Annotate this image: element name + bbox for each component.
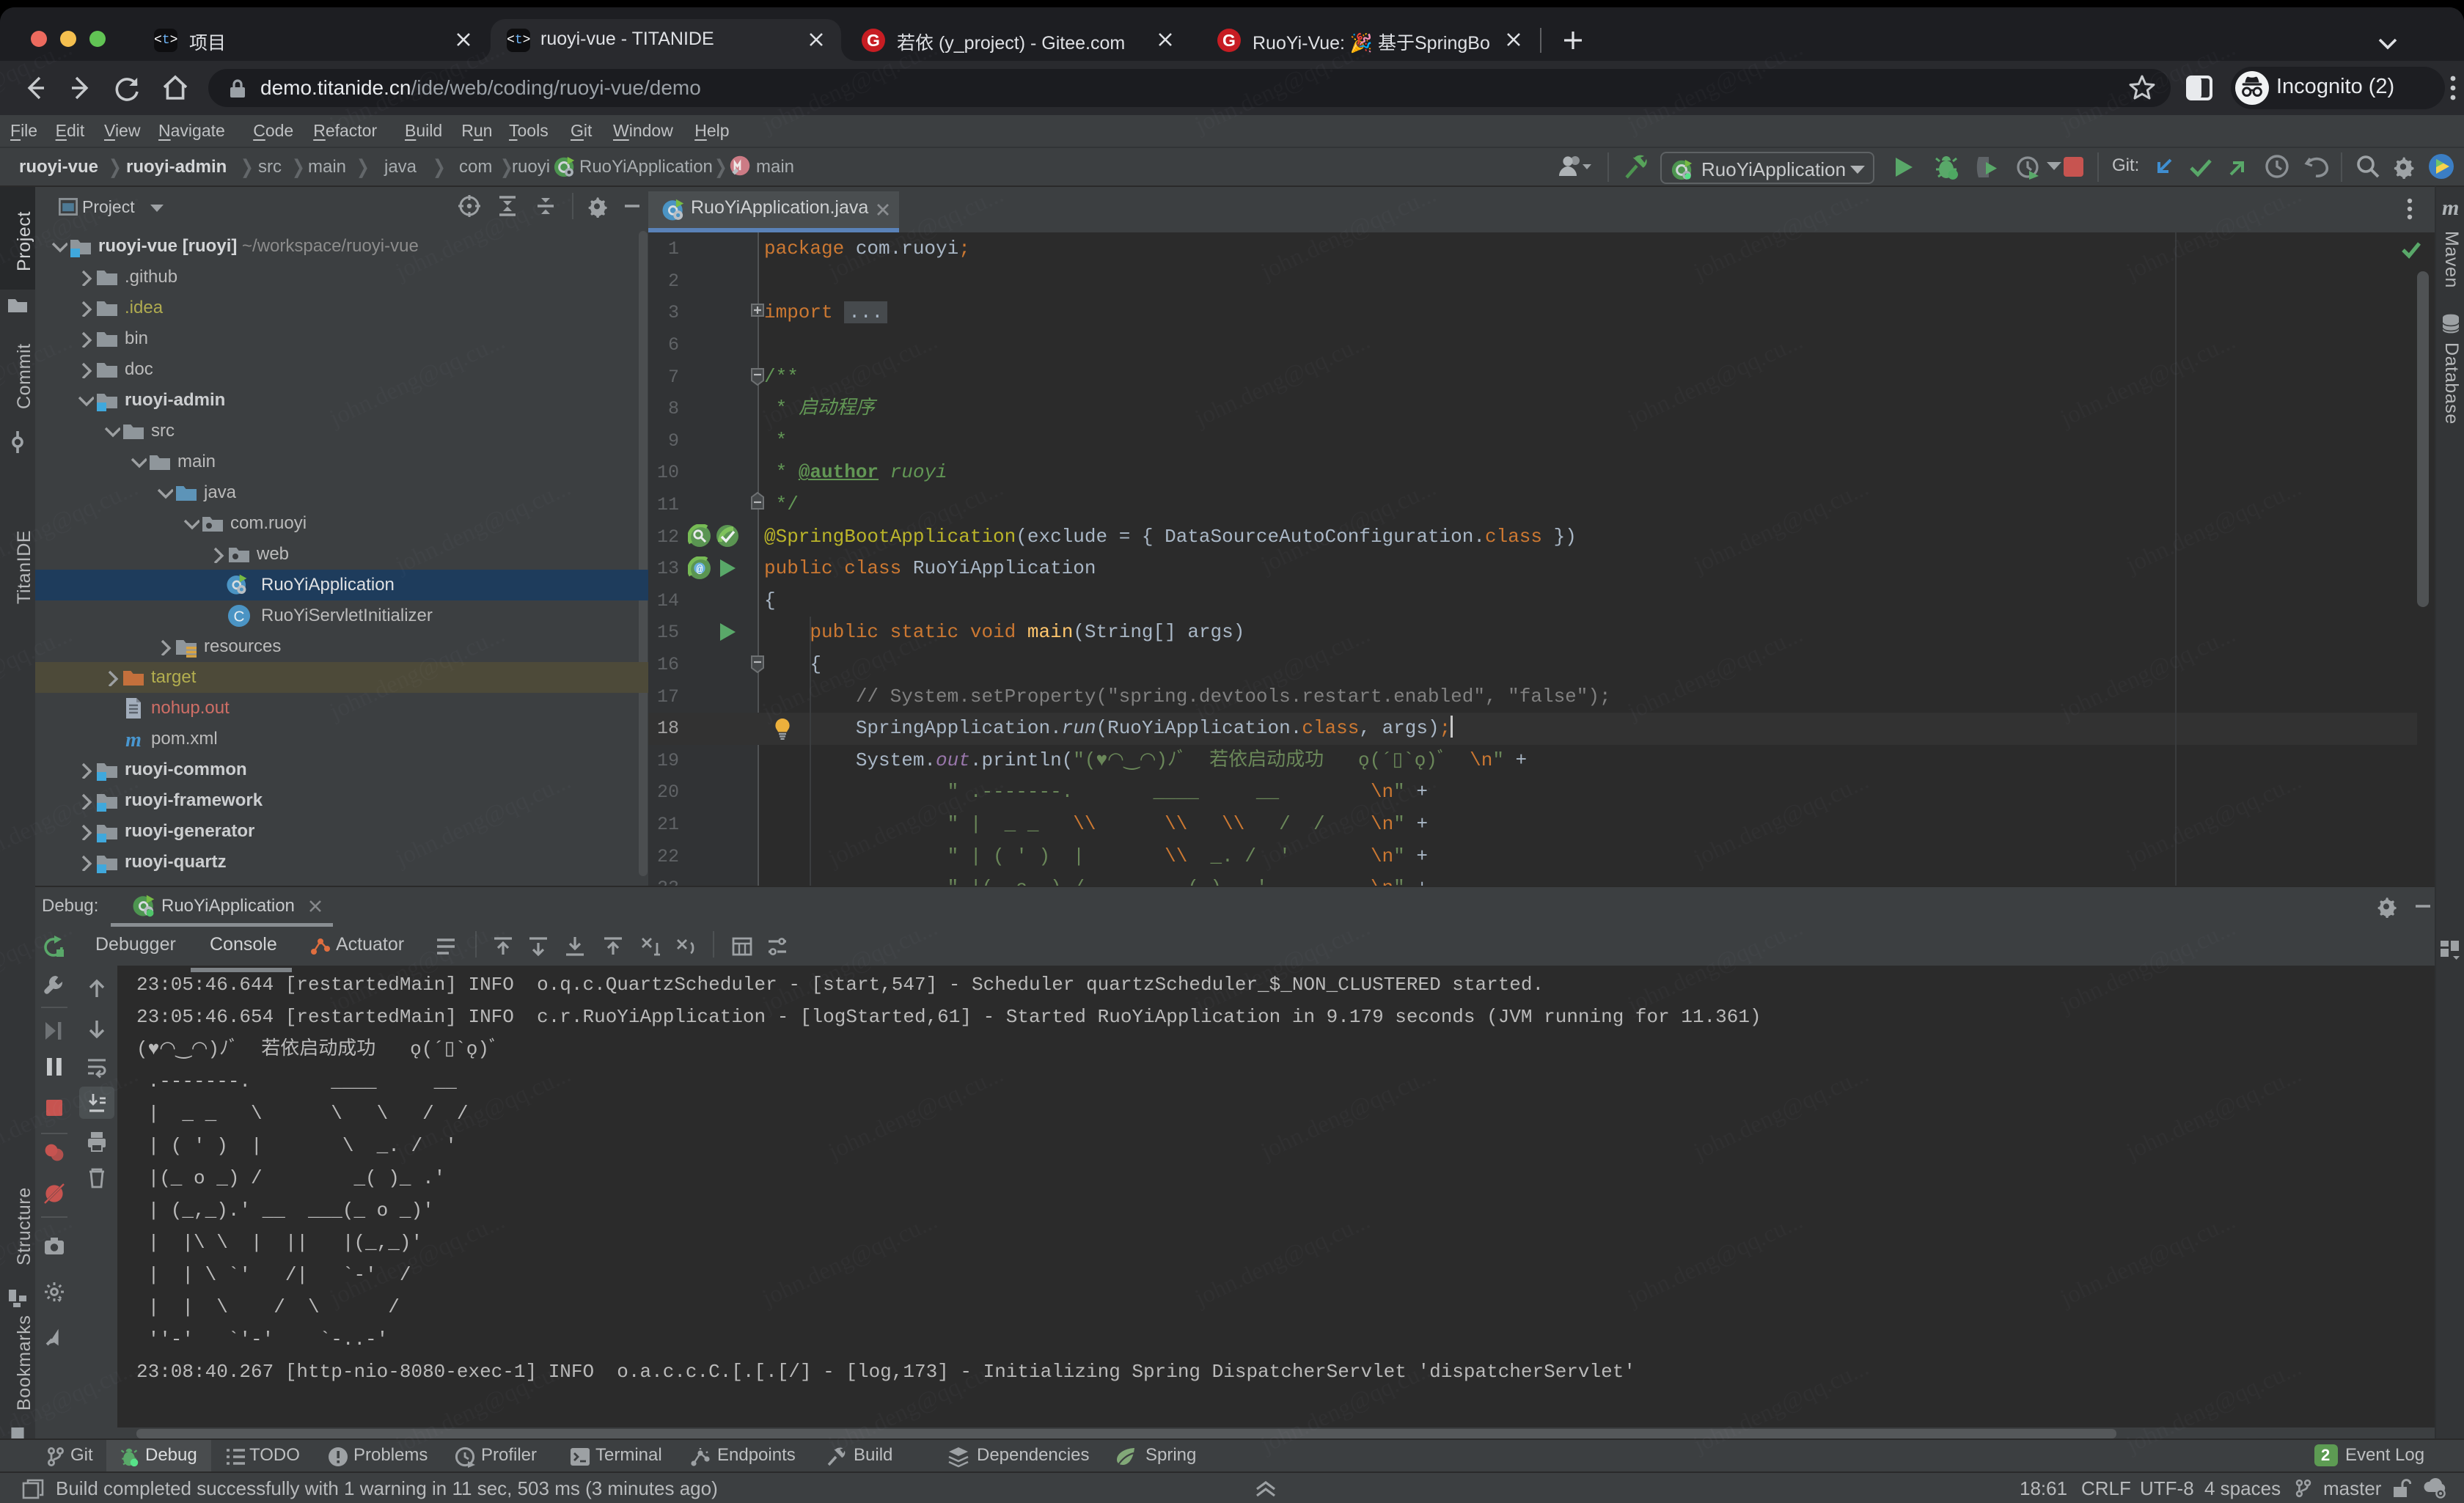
svg-text:C: C bbox=[234, 609, 245, 625]
svg-text:m: m bbox=[125, 729, 142, 751]
svg-text:@: @ bbox=[696, 564, 703, 576]
